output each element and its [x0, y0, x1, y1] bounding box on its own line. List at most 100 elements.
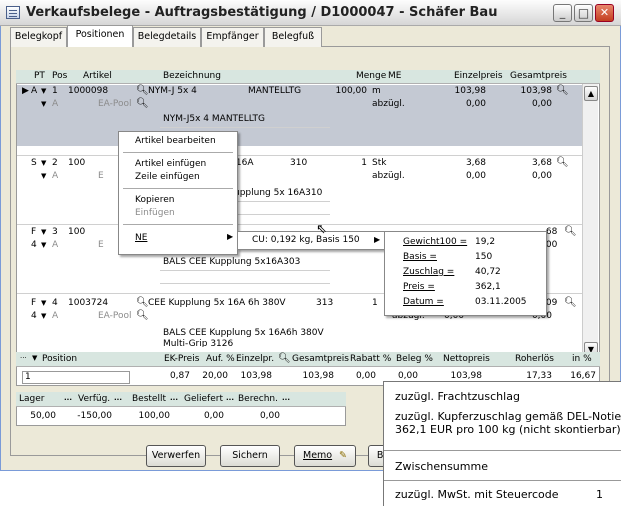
row3-longtext[interactable]: BALS CEE Kupplung 5x16A303 [163, 257, 300, 267]
row2-pt[interactable]: S [31, 158, 37, 168]
tab-empfaenger[interactable]: Empfänger [201, 27, 264, 47]
detail-label-preis[interactable]: Preis = [403, 282, 435, 292]
minimize-button[interactable]: _ [553, 4, 572, 22]
row2-artikel[interactable]: 100 [68, 158, 85, 168]
tab-belegdetails[interactable]: Belegdetails [133, 27, 201, 47]
row4-longtext[interactable]: BALS CEE Kupplung 5x 16A6h 380V [163, 328, 324, 338]
app-icon[interactable] [6, 6, 20, 19]
overlay-line-zwischensumme: Zwischensumme [395, 460, 488, 473]
ne-info[interactable]: CU: 0,192 kg, Basis 150 [252, 235, 360, 245]
chevron-down-icon[interactable]: ▼ [41, 228, 46, 236]
row1b-einzelpreis: 0,00 [465, 99, 486, 109]
row4-pt[interactable]: F [31, 298, 36, 308]
row4-artikel[interactable]: 1003724 [68, 298, 108, 308]
grid-header: PT Pos Artikel Bezeichnung Menge ME Einz… [16, 70, 600, 84]
chevron-down-icon[interactable]: ▼ [41, 299, 46, 307]
tab-positionen[interactable]: Positionen [67, 25, 133, 47]
summary-beleg: 0,00 [397, 371, 418, 381]
row1b-pt: A [52, 99, 59, 109]
row1-einzelpreis[interactable]: 103,98 [430, 86, 487, 96]
row4-pos: 4 [52, 298, 58, 308]
col-ekpreis: EK-Preis [164, 354, 200, 364]
row2-einzelpreis[interactable]: 3,68 [430, 158, 486, 168]
mouse-cursor-icon: ⇖ [316, 222, 327, 237]
row1-artikel[interactable]: 1000098 [68, 86, 108, 96]
menu-item-ne[interactable]: NE [135, 233, 147, 243]
row2-longtext[interactable]: upplung 5x 16A310 [234, 188, 322, 198]
column-menu-icon[interactable]: ... [226, 394, 234, 402]
menu-item-artikel-einfuegen[interactable]: Artikel einfügen [135, 159, 206, 169]
scroll-up-button[interactable]: ▲ [584, 86, 598, 101]
menu-item-zeile-einfuegen[interactable]: Zeile einfügen [135, 172, 200, 182]
menu-item-einfuegen[interactable]: Einfügen [135, 208, 175, 218]
detail-label-zuschlag[interactable]: Zuschlag = [403, 267, 454, 277]
search-icon[interactable]: 🔍︎ [556, 85, 569, 96]
chevron-down-icon[interactable]: ▼ [32, 354, 37, 362]
col-pos: Pos [52, 71, 68, 81]
row2-menge[interactable]: 1 [325, 158, 367, 168]
overlay-line-kupferzuschlag: zuzügl. Kupferzuschlag gemäß DEL-Notier [395, 410, 621, 423]
tab-belegkopf[interactable]: Belegkopf [10, 27, 67, 47]
chevron-down-icon[interactable]: ▼ [41, 87, 46, 95]
detail-label-datum[interactable]: Datum = [403, 297, 444, 307]
chevron-down-icon[interactable]: ▼ [41, 172, 46, 180]
tab-belegfuss[interactable]: Belegfuß [264, 27, 322, 47]
memo-button[interactable]: Memo ✎ [294, 445, 356, 467]
col-gesamtpreis: Gesamtpreis [510, 71, 567, 81]
detail-value-preis: 362,1 [475, 282, 501, 292]
row1-bezeichnung[interactable]: NYM-J 5x 4 [148, 86, 197, 96]
column-menu-icon[interactable]: ... [64, 394, 72, 402]
column-menu-icon[interactable]: ... [114, 394, 122, 402]
stock-verfueg: -150,00 [77, 411, 112, 421]
search-icon[interactable]: 🔍︎ [136, 98, 149, 109]
row1-pos: 1 [52, 86, 58, 96]
row3b-artikel: E [98, 240, 104, 250]
detail-label-gewicht[interactable]: Gewicht100 = [403, 237, 467, 247]
row2-bez2: 310 [290, 158, 308, 168]
summary-position[interactable]: 1 [22, 371, 130, 384]
search-icon[interactable]: 🔍︎ [136, 310, 149, 321]
row1-me: m [372, 86, 381, 96]
ne-details-submenu: Gewicht100 = 19,2 Basis = 150 Zuschlag =… [384, 231, 547, 316]
chevron-down-icon[interactable]: ▼ [41, 159, 46, 167]
column-menu-icon[interactable]: ··· [20, 354, 27, 362]
row1-bez2: MANTELLTG [248, 86, 302, 96]
row1-pt[interactable]: A [31, 86, 37, 96]
row4b-sub: A [52, 311, 59, 321]
search-icon[interactable]: 🔍︎ [564, 226, 577, 237]
row4-menge[interactable]: 1 [372, 298, 378, 308]
menu-item-kopieren[interactable]: Kopieren [135, 195, 174, 205]
chevron-down-icon[interactable]: ▼ [41, 100, 46, 108]
col-nettopreis: Nettopreis [443, 354, 490, 364]
search-icon[interactable]: 🔍︎ [564, 297, 577, 308]
row4-bezeichnung[interactable]: CEE Kupplung 5x 16A 6h 380V [148, 298, 286, 308]
row1-menge[interactable]: 100,00 [325, 86, 368, 96]
close-button[interactable]: ✕ [595, 4, 614, 22]
row3-pt[interactable]: F [31, 227, 36, 237]
detail-value-datum: 03.11.2005 [475, 297, 527, 307]
detail-label-basis[interactable]: Basis = [403, 252, 437, 262]
maximize-button[interactable]: □ [574, 4, 593, 22]
search-icon[interactable]: 🔍︎ [556, 157, 569, 168]
column-menu-icon[interactable]: ... [282, 394, 290, 402]
search-icon[interactable]: 🔍︎ [278, 353, 291, 364]
col-rabatt: Rabatt % [350, 354, 392, 364]
column-menu-icon[interactable]: ... [170, 394, 178, 402]
col-geliefert: Geliefert [184, 394, 223, 404]
col-berechn: Berechn. [238, 394, 278, 404]
row1-longtext[interactable]: NYM-J5x 4 MANTELLTG [163, 114, 265, 124]
search-icon[interactable]: 🔍︎ [136, 297, 149, 308]
divider [123, 224, 233, 225]
col-roherloes: Roherlös [515, 354, 554, 364]
chevron-down-icon[interactable]: ▼ [41, 312, 46, 320]
search-icon[interactable]: 🔍︎ [136, 85, 149, 96]
chevron-down-icon[interactable]: ▼ [41, 241, 46, 249]
sichern-button[interactable]: Sichern [220, 445, 280, 467]
menu-item-artikel-bearbeiten[interactable]: Artikel bearbeiten [135, 136, 216, 146]
overlay-line-mwst: zuzügl. MwSt. mit Steuercode [395, 488, 559, 501]
row4-longtext-2[interactable]: Multi-Grip 3126 [163, 339, 233, 347]
verwerfen-button[interactable]: Verwerfen [146, 445, 206, 467]
row3-artikel[interactable]: 100 [68, 227, 85, 237]
vertical-scrollbar[interactable]: ▲ ▼ [582, 84, 598, 359]
summary-gesamtpreis: 103,98 [302, 371, 335, 381]
